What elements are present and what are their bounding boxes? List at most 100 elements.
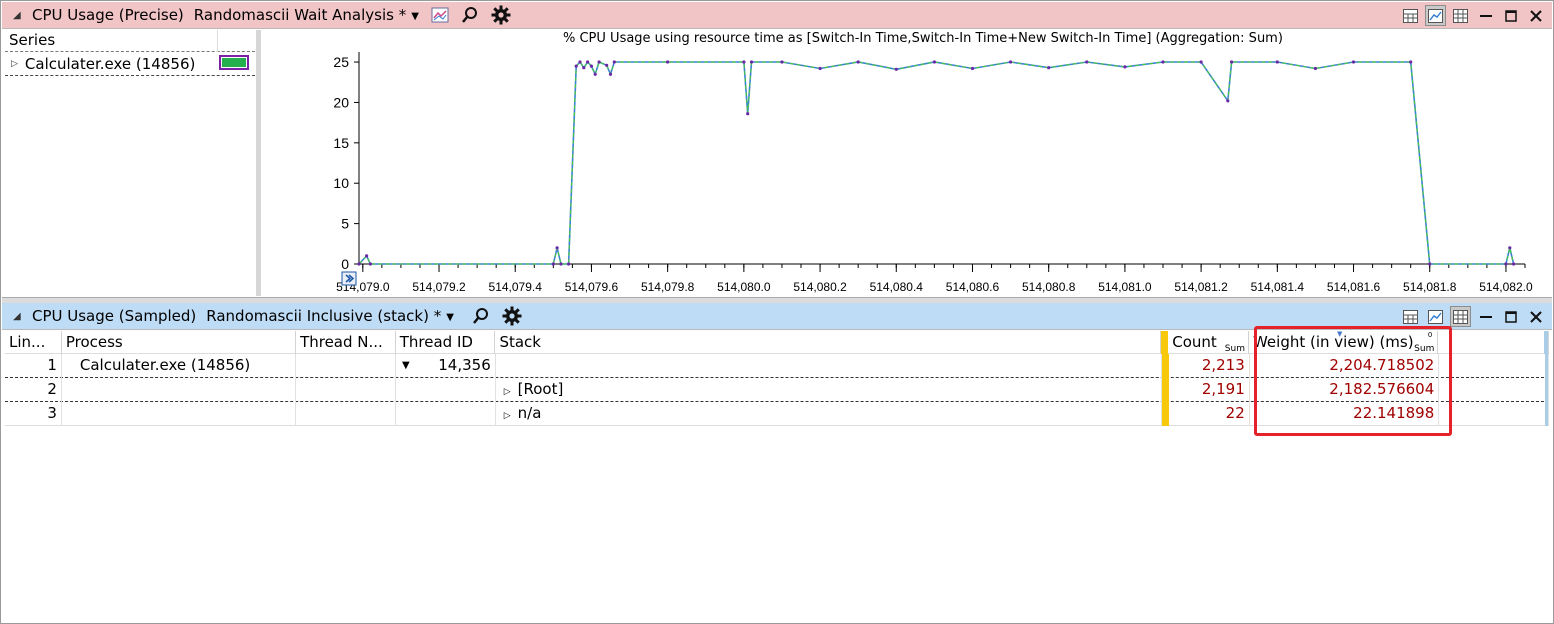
data-point bbox=[597, 60, 601, 64]
highlight-annotation-box bbox=[1254, 326, 1452, 436]
x-tick-label: 514,080.0 bbox=[717, 280, 771, 294]
dropdown-arrow-icon[interactable]: ▼ bbox=[446, 312, 454, 323]
series-item[interactable]: ▷ Calculater.exe (14856) bbox=[5, 52, 255, 76]
bottom-preset-selector[interactable]: Randomascii Inclusive (stack) * bbox=[206, 307, 441, 325]
graph-only-icon[interactable] bbox=[1425, 306, 1446, 327]
data-point bbox=[1226, 99, 1230, 103]
col-header-thread-id[interactable]: Thread ID bbox=[396, 331, 496, 354]
cell-process: Calculater.exe (14856) bbox=[62, 354, 297, 378]
table-only-icon[interactable] bbox=[1450, 5, 1471, 26]
maximize-icon[interactable] bbox=[1500, 5, 1521, 26]
graph-and-table-icon[interactable] bbox=[1400, 5, 1421, 26]
cell-count: 22 bbox=[1169, 402, 1250, 426]
cell-thread-name bbox=[296, 378, 396, 402]
cell-line: 3 bbox=[5, 402, 62, 426]
data-point bbox=[1275, 60, 1279, 64]
data-point bbox=[578, 60, 582, 64]
vertical-splitter[interactable] bbox=[256, 30, 261, 296]
y-tick-label: 10 bbox=[333, 175, 349, 191]
grouping-bar bbox=[1161, 402, 1169, 426]
minimize-icon[interactable] bbox=[1475, 5, 1496, 26]
close-icon[interactable] bbox=[1525, 306, 1546, 327]
graph-and-table-icon[interactable] bbox=[1400, 306, 1421, 327]
collapse-triangle-icon[interactable]: ◢ bbox=[13, 311, 22, 321]
table-only-icon[interactable] bbox=[1450, 306, 1471, 327]
data-point bbox=[1230, 60, 1234, 64]
data-point bbox=[365, 254, 369, 258]
data-point bbox=[1009, 60, 1013, 64]
cell-thread-name bbox=[296, 402, 396, 426]
cell-process bbox=[62, 378, 297, 402]
expanded-triangle-icon[interactable]: ▼ bbox=[402, 354, 410, 377]
col-header-line[interactable]: Lin... bbox=[5, 331, 62, 354]
data-point bbox=[567, 262, 571, 266]
graph-settings-icon[interactable] bbox=[431, 7, 449, 23]
x-tick-label: 514,079.2 bbox=[412, 280, 466, 294]
close-icon[interactable] bbox=[1525, 5, 1546, 26]
x-tick-label: 514,079.6 bbox=[565, 280, 619, 294]
cell-count: 2,213 bbox=[1169, 354, 1250, 378]
maximize-icon[interactable] bbox=[1500, 306, 1521, 327]
cell-empty bbox=[1439, 378, 1545, 402]
col-header-thread-name[interactable]: Thread N... bbox=[296, 331, 396, 354]
thread-id-value: 14,356 bbox=[438, 356, 491, 374]
y-tick-label: 15 bbox=[333, 135, 349, 151]
collapse-triangle-icon[interactable]: ◢ bbox=[13, 10, 22, 20]
cell-stack bbox=[496, 354, 1162, 378]
table-edge bbox=[1545, 378, 1549, 402]
minimize-icon[interactable] bbox=[1475, 306, 1496, 327]
series-label: Calculater.exe (14856) bbox=[24, 54, 196, 73]
cell-stack: ▷ n/a bbox=[496, 402, 1162, 426]
expand-triangle-icon[interactable]: ▷ bbox=[11, 53, 18, 75]
table-edge bbox=[1545, 354, 1549, 378]
data-point bbox=[746, 112, 750, 116]
y-tick-label: 25 bbox=[333, 54, 349, 70]
x-tick-label: 514,082.0 bbox=[1479, 280, 1533, 294]
search-icon[interactable] bbox=[461, 6, 479, 24]
graph-only-icon[interactable] bbox=[1425, 5, 1446, 26]
series-color-swatch[interactable] bbox=[219, 55, 249, 70]
data-point bbox=[574, 64, 578, 68]
col-header-process[interactable]: Process bbox=[62, 331, 297, 354]
data-point bbox=[357, 262, 361, 266]
series-line-blue bbox=[358, 60, 1515, 265]
data-point bbox=[593, 72, 597, 76]
data-point bbox=[970, 66, 975, 71]
bottom-panel-title: CPU Usage (Sampled) bbox=[32, 307, 197, 325]
gear-icon[interactable] bbox=[491, 5, 511, 25]
zoom-to-fit-icon[interactable] bbox=[341, 271, 357, 286]
top-panel-title: CPU Usage (Precise) bbox=[32, 6, 184, 24]
bottom-window-controls bbox=[1400, 306, 1546, 327]
x-tick-label: 514,079.8 bbox=[641, 280, 695, 294]
expand-triangle-icon[interactable]: ▷ bbox=[504, 411, 511, 421]
series-line bbox=[358, 61, 1515, 265]
top-preset-selector[interactable]: Randomascii Wait Analysis * bbox=[194, 6, 406, 24]
chart-canvas[interactable]: 0510152025514,079.0 514,079.2 514,079.4 514… bbox=[263, 30, 1551, 296]
x-tick-label: 514,080.8 bbox=[1022, 280, 1076, 294]
data-point bbox=[555, 246, 559, 250]
cell-thread-id: ▼ 14,356 bbox=[396, 354, 496, 378]
x-tick-label: 514,081.4 bbox=[1251, 280, 1305, 294]
data-point bbox=[894, 67, 898, 71]
wpa-window: ◢ CPU Usage (Precise) Randomascii Wait A… bbox=[0, 0, 1554, 624]
x-tick-label: 514,081.0 bbox=[1098, 280, 1152, 294]
data-point bbox=[605, 63, 609, 67]
data-point bbox=[589, 64, 593, 68]
cpu-usage-chart[interactable]: % CPU Usage using resource time as [Swit… bbox=[263, 30, 1551, 296]
search-icon[interactable] bbox=[472, 307, 490, 325]
cell-empty bbox=[1439, 402, 1545, 426]
grouping-bar[interactable] bbox=[1161, 331, 1169, 354]
cell-stack: ▷ [Root] bbox=[496, 378, 1162, 402]
grouping-bar bbox=[1161, 378, 1169, 402]
x-tick-label: 514,080.2 bbox=[793, 280, 847, 294]
expand-triangle-icon[interactable]: ▷ bbox=[504, 387, 511, 397]
col-header-stack[interactable]: Stack bbox=[495, 331, 1162, 354]
data-point bbox=[856, 60, 860, 64]
cell-thread-id bbox=[396, 378, 496, 402]
col-header-count[interactable]: Count Sum bbox=[1168, 331, 1249, 354]
data-point bbox=[1351, 60, 1356, 64]
data-point bbox=[666, 60, 670, 64]
data-point bbox=[1199, 60, 1203, 64]
gear-icon[interactable] bbox=[502, 306, 522, 326]
dropdown-arrow-icon[interactable]: ▼ bbox=[411, 11, 419, 22]
